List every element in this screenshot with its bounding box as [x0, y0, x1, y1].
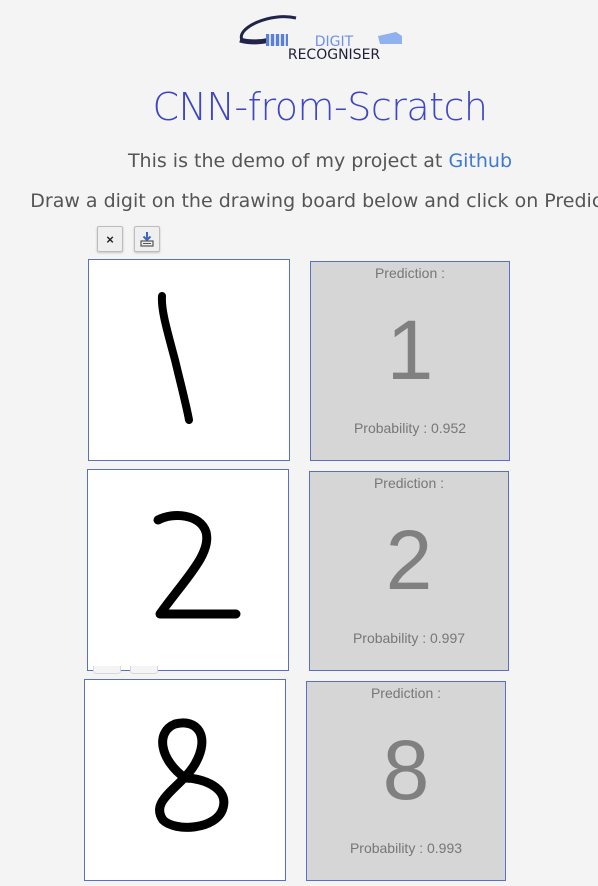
- predicted-digit: 8: [382, 723, 430, 817]
- digit-recogniser-logo: DIGIT RECOGNISER: [239, 15, 402, 63]
- drawing-canvas[interactable]: [87, 469, 289, 671]
- hidden-save-button: [130, 666, 158, 674]
- prediction-panel: Prediction : 1 Probability : 0.952: [310, 261, 510, 461]
- prediction-panel: Prediction : 8 Probability : 0.993: [306, 681, 506, 881]
- intro-text: This is the demo of my project at Github: [127, 150, 513, 172]
- prediction-label: Prediction :: [374, 265, 446, 281]
- drawing-canvas[interactable]: [88, 259, 290, 461]
- drawn-digit: [155, 718, 229, 832]
- prediction-label: Prediction :: [373, 475, 445, 491]
- github-link[interactable]: Github: [448, 150, 512, 172]
- prediction-panel: Prediction : 2 Probability : 0.997: [309, 471, 509, 671]
- drawing-canvas[interactable]: [84, 679, 286, 881]
- drawn-digit: [157, 292, 193, 424]
- page-title: CNN-from-Scratch: [152, 85, 488, 129]
- probability-text: Probability : 0.952: [353, 420, 467, 436]
- probability-text: Probability : 0.997: [352, 630, 466, 646]
- clear-button[interactable]: ×: [97, 226, 123, 252]
- close-icon: ×: [106, 231, 114, 247]
- prediction-label: Prediction :: [370, 685, 442, 701]
- predicted-digit: 2: [385, 513, 433, 607]
- drawn-digit: [153, 511, 241, 619]
- probability-text: Probability : 0.993: [349, 840, 463, 856]
- instruction-text: Draw a digit on the drawing board below …: [30, 190, 598, 212]
- download-icon: [140, 232, 154, 247]
- predicted-digit: 1: [386, 303, 434, 397]
- svg-text:RECOGNISER: RECOGNISER: [288, 47, 381, 63]
- save-button[interactable]: [134, 226, 160, 252]
- hidden-clear-button: [93, 666, 121, 674]
